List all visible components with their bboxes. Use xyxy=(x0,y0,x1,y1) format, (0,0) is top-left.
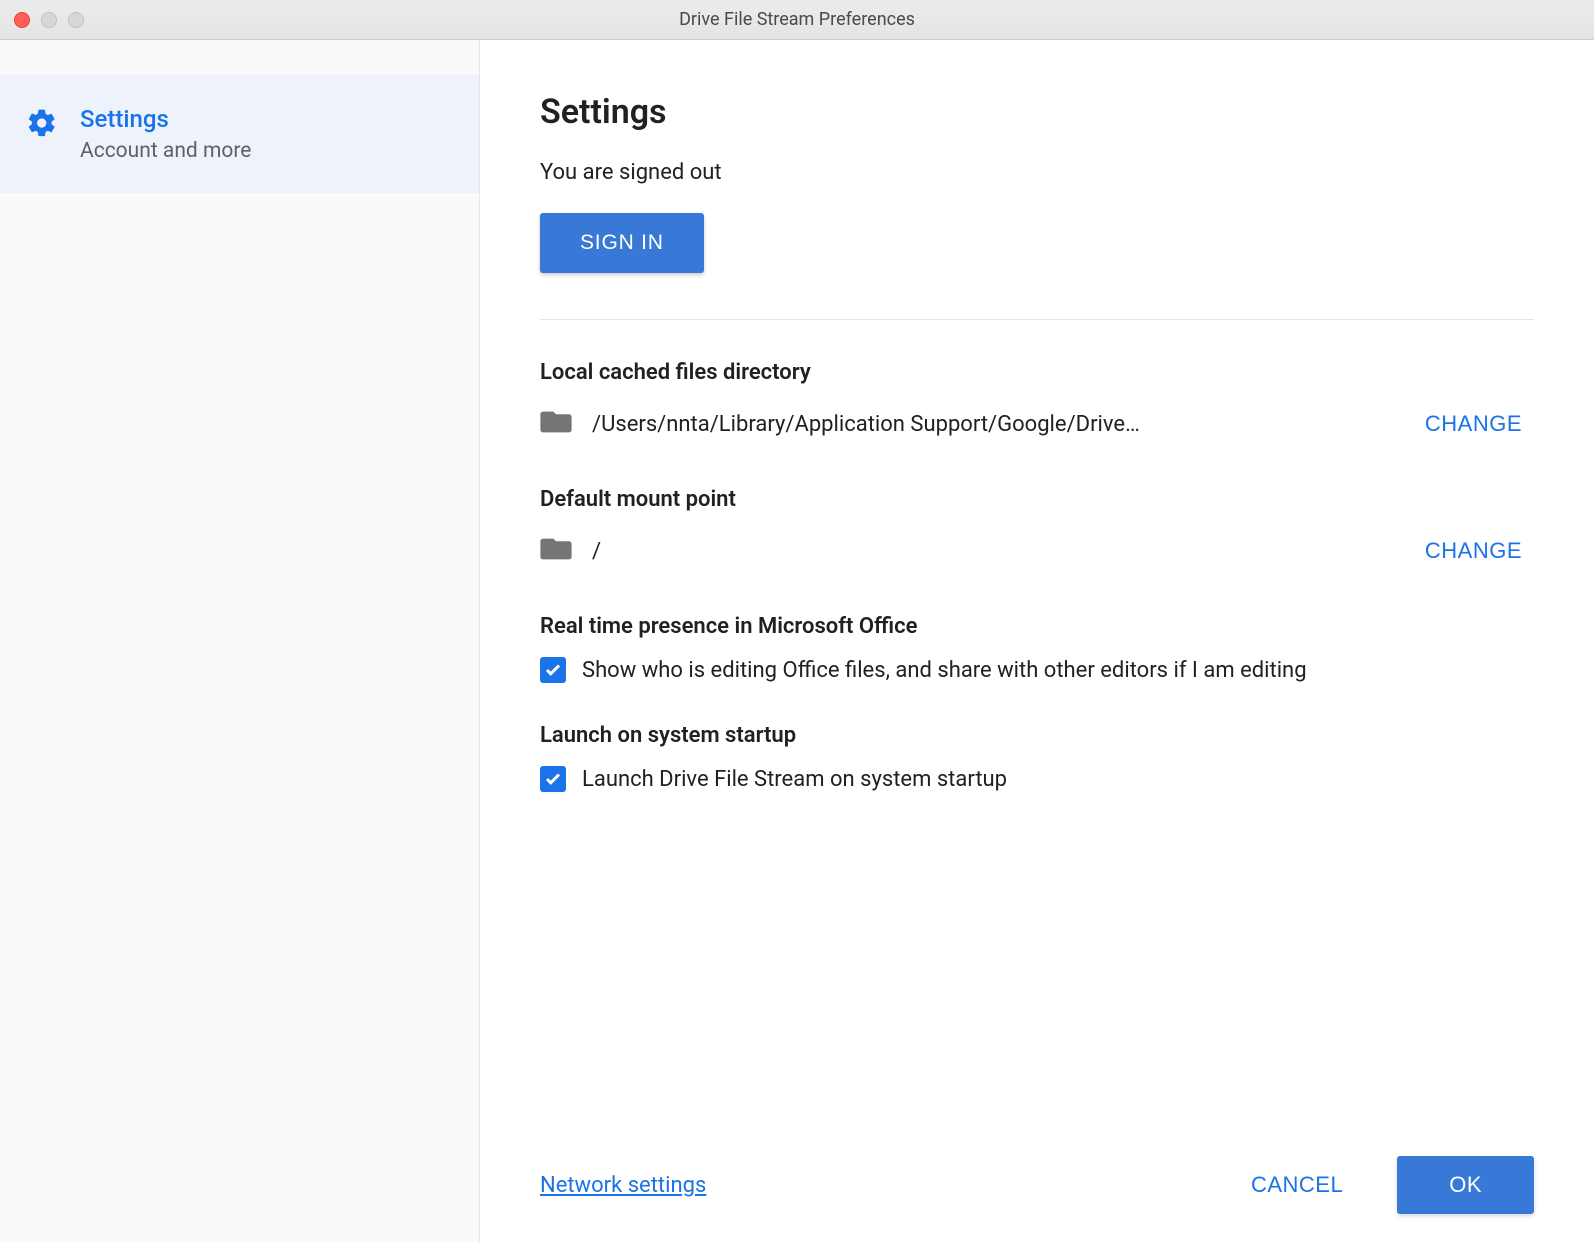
maximize-icon[interactable] xyxy=(68,12,84,28)
mount-path-text: / xyxy=(592,539,1393,564)
gear-icon xyxy=(26,107,58,143)
signed-out-text: You are signed out xyxy=(540,160,1534,185)
cache-change-button[interactable]: CHANGE xyxy=(1413,403,1534,445)
network-settings-link[interactable]: Network settings xyxy=(540,1173,706,1198)
sidebar-item-text: Settings Account and more xyxy=(80,105,251,163)
check-icon xyxy=(544,770,562,788)
page-title: Settings xyxy=(540,92,1534,132)
mount-change-button[interactable]: CHANGE xyxy=(1413,530,1534,572)
sign-in-button[interactable]: SIGN IN xyxy=(540,213,704,273)
check-icon xyxy=(544,661,562,679)
sidebar-item-settings[interactable]: Settings Account and more xyxy=(0,75,479,193)
folder-icon xyxy=(540,409,572,439)
folder-icon xyxy=(540,536,572,566)
window-title: Drive File Stream Preferences xyxy=(679,9,915,30)
cache-path-row: /Users/nnta/Library/Application Support/… xyxy=(540,403,1534,445)
startup-checkbox-label: Launch Drive File Stream on system start… xyxy=(582,767,1007,792)
startup-checkbox-row: Launch Drive File Stream on system start… xyxy=(540,766,1534,792)
traffic-lights xyxy=(0,12,84,28)
window-body: Settings Account and more Settings You a… xyxy=(0,40,1594,1242)
preferences-window: Drive File Stream Preferences Settings A… xyxy=(0,0,1594,1242)
titlebar: Drive File Stream Preferences xyxy=(0,0,1594,40)
startup-checkbox[interactable] xyxy=(540,766,566,792)
cache-path-text: /Users/nnta/Library/Application Support/… xyxy=(592,412,1393,437)
cancel-button[interactable]: CANCEL xyxy=(1227,1156,1367,1214)
sidebar-item-subtitle: Account and more xyxy=(80,139,251,163)
footer: Network settings CANCEL OK xyxy=(540,1136,1534,1214)
mount-path-row: / CHANGE xyxy=(540,530,1534,572)
mount-section-title: Default mount point xyxy=(540,487,1534,512)
close-icon[interactable] xyxy=(14,12,30,28)
minimize-icon[interactable] xyxy=(41,12,57,28)
sidebar: Settings Account and more xyxy=(0,40,480,1242)
presence-checkbox-label: Show who is editing Office files, and sh… xyxy=(582,658,1307,683)
presence-section-title: Real time presence in Microsoft Office xyxy=(540,614,1534,639)
presence-checkbox-row: Show who is editing Office files, and sh… xyxy=(540,657,1534,683)
footer-buttons: CANCEL OK xyxy=(1227,1156,1534,1214)
startup-section-title: Launch on system startup xyxy=(540,723,1534,748)
cache-section-title: Local cached files directory xyxy=(540,360,1534,385)
presence-checkbox[interactable] xyxy=(540,657,566,683)
main-panel: Settings You are signed out SIGN IN Loca… xyxy=(480,40,1594,1242)
divider xyxy=(540,319,1534,320)
sidebar-item-title: Settings xyxy=(80,105,251,133)
ok-button[interactable]: OK xyxy=(1397,1156,1534,1214)
